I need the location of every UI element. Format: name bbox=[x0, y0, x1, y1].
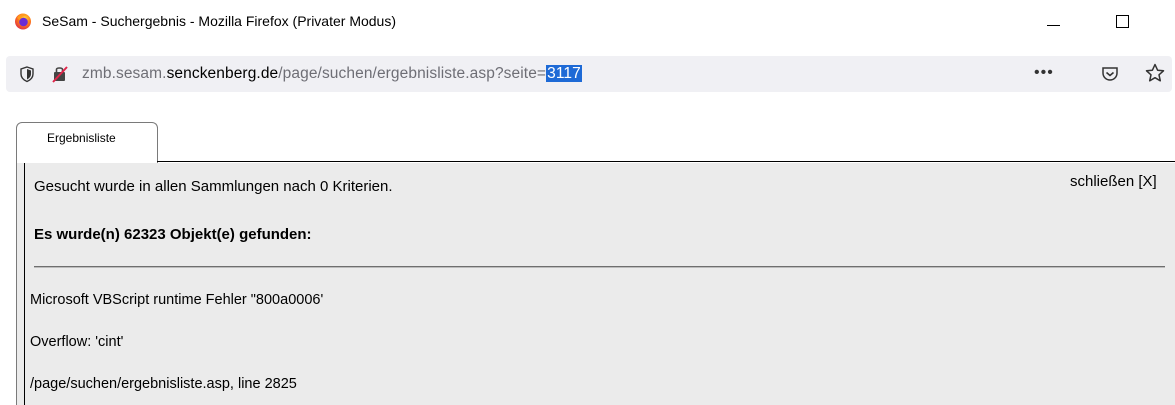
url-path: /page/suchen/ergebnisliste.asp?seite= bbox=[278, 65, 547, 82]
url-selected-text: 3117 bbox=[546, 65, 582, 82]
tab-label: Ergebnisliste bbox=[47, 131, 116, 145]
page-actions-more-icon[interactable]: ••• bbox=[1034, 63, 1058, 83]
panel-inner-border bbox=[24, 163, 25, 405]
insecure-lock-icon[interactable] bbox=[50, 64, 70, 84]
horizontal-divider bbox=[34, 266, 1165, 268]
firefox-logo-icon bbox=[15, 13, 31, 30]
window-title: SeSam - Suchergebnis - Mozilla Firefox (… bbox=[42, 13, 397, 29]
url-bar[interactable]: zmb.sesam.senckenberg.de/page/suchen/erg… bbox=[6, 56, 1172, 92]
bookmark-star-icon[interactable] bbox=[1144, 62, 1166, 84]
url-host: senckenberg.de bbox=[166, 65, 279, 82]
window-titlebar: SeSam - Suchergebnis - Mozilla Firefox (… bbox=[0, 0, 1175, 52]
maximize-button[interactable] bbox=[1110, 8, 1140, 38]
tab-baseline-divider bbox=[157, 161, 1175, 162]
url-prefix: zmb.sesam. bbox=[82, 65, 167, 82]
url-text[interactable]: zmb.sesam.senckenberg.de/page/suchen/erg… bbox=[82, 65, 582, 83]
minimize-button[interactable] bbox=[1040, 8, 1070, 38]
tab-ergebnisliste[interactable]: Ergebnisliste bbox=[16, 122, 158, 164]
error-message-line: Overflow: 'cint' bbox=[30, 334, 124, 350]
tracking-protection-shield-icon[interactable] bbox=[18, 65, 36, 83]
error-message-line: /page/suchen/ergebnisliste.asp, line 282… bbox=[30, 376, 297, 392]
search-info-text: Gesucht wurde in allen Sammlungen nach 0… bbox=[34, 178, 393, 195]
close-link[interactable]: schließen [X] bbox=[1070, 173, 1157, 190]
pocket-icon[interactable] bbox=[1100, 64, 1120, 84]
error-message-line: Microsoft VBScript runtime Fehler "800a0… bbox=[30, 292, 324, 308]
result-panel bbox=[16, 163, 1175, 405]
result-count-heading: Es wurde(n) 62323 Objekt(e) gefunden: bbox=[34, 226, 312, 243]
